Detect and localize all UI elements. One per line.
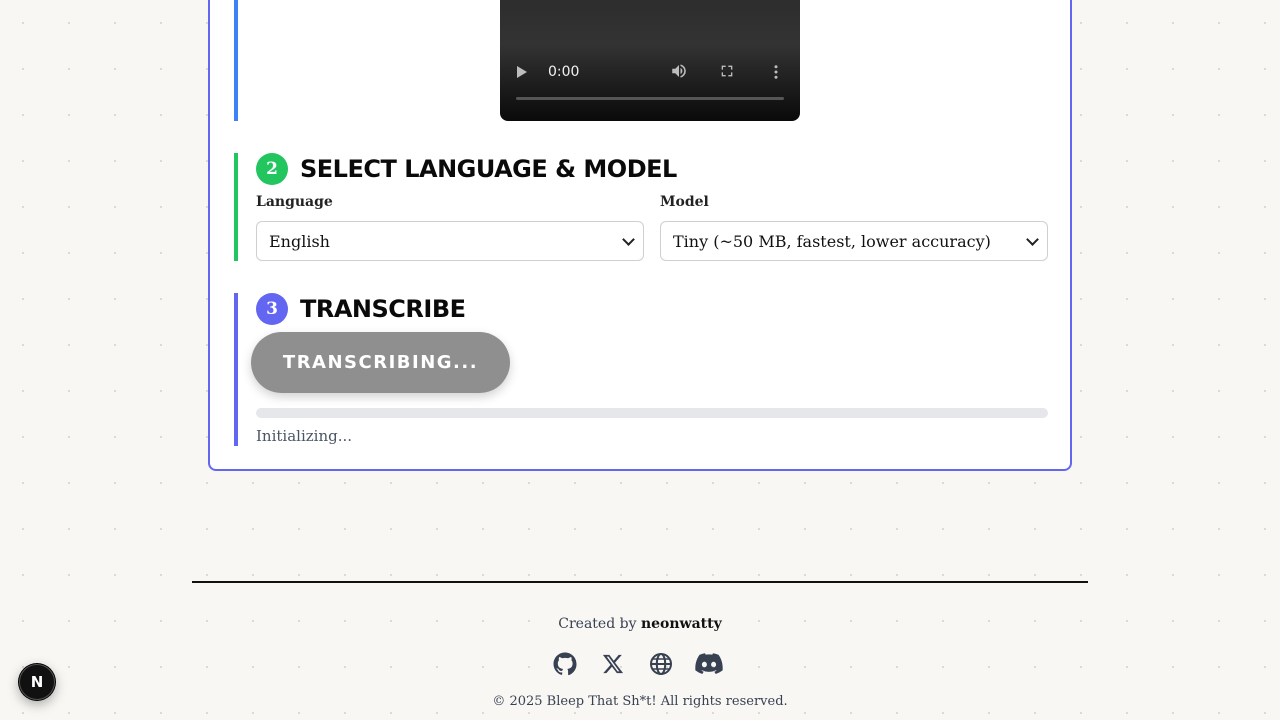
model-selected-value: Tiny (~50 MB, fastest, lower accuracy) [673, 231, 991, 251]
video-player[interactable]: 0:00 [500, 0, 800, 121]
fullscreen-icon[interactable] [719, 63, 735, 79]
video-timeline[interactable] [516, 97, 784, 100]
video-time: 0:00 [548, 64, 580, 80]
model-field: Model Tiny (~50 MB, fastest, lower accur… [660, 193, 1048, 261]
step-header: 3 TRANSCRIBE [256, 293, 466, 325]
volume-icon[interactable] [670, 62, 688, 80]
language-select[interactable]: English [256, 221, 644, 261]
section-accent-bar [234, 0, 238, 121]
copyright-text: © 2025 Bleep That Sh*t! All rights reser… [492, 694, 788, 709]
model-select[interactable]: Tiny (~50 MB, fastest, lower accuracy) [660, 221, 1048, 261]
x-icon[interactable] [599, 650, 627, 678]
language-selected-value: English [269, 231, 330, 251]
more-options-icon[interactable] [770, 63, 782, 81]
created-by-text: Created by [558, 616, 637, 632]
footer-credit: Created by neonwatty [0, 616, 1280, 632]
next-dev-indicator[interactable]: N [19, 664, 55, 700]
chevron-down-icon [622, 232, 635, 246]
progress-bar [256, 408, 1048, 418]
section-accent-bar [234, 153, 238, 261]
step-title: TRANSCRIBE [300, 295, 466, 323]
language-field: Language English [256, 193, 644, 261]
step-number-badge: 3 [256, 293, 288, 325]
video-section: 0:00 [234, 0, 1046, 121]
language-label: Language [256, 194, 333, 210]
transcribe-section: 3 TRANSCRIBE TRANSCRIBING... Initializin… [234, 293, 1048, 446]
author-link[interactable]: neonwatty [641, 616, 722, 632]
globe-icon[interactable] [647, 650, 675, 678]
step-header: 2 SELECT LANGUAGE & MODEL [256, 153, 677, 185]
transcribe-button[interactable]: TRANSCRIBING... [251, 332, 510, 393]
footer-divider [192, 581, 1088, 583]
discord-icon[interactable] [695, 650, 723, 678]
social-links [551, 650, 731, 678]
github-icon[interactable] [551, 650, 579, 678]
model-label: Model [660, 194, 709, 210]
language-model-section: 2 SELECT LANGUAGE & MODEL Language Engli… [234, 153, 1048, 261]
step-title: SELECT LANGUAGE & MODEL [300, 155, 677, 183]
step-number-badge: 2 [256, 153, 288, 185]
chevron-down-icon [1026, 232, 1039, 246]
play-icon[interactable] [517, 66, 527, 78]
main-card: 0:00 2 SELECT LANGUAGE & MODEL Language … [208, 0, 1072, 471]
section-accent-bar [234, 293, 238, 446]
status-text: Initializing... [256, 427, 353, 445]
